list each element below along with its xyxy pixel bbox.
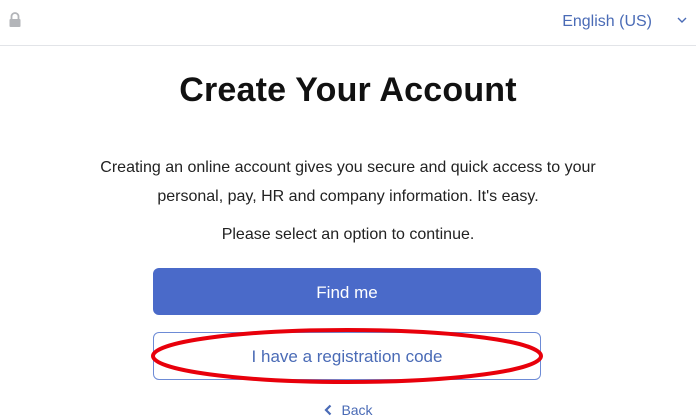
intro-text: Creating an online account gives you sec… — [40, 153, 656, 211]
chevron-left-icon — [324, 404, 332, 416]
chevron-down-icon — [677, 17, 687, 23]
top-bar: English (US) — [0, 0, 696, 46]
back-link[interactable]: Back — [0, 402, 696, 418]
language-selector[interactable]: English (US) — [562, 10, 688, 34]
select-option-prompt: Please select an option to continue. — [221, 226, 475, 243]
language-label: English (US) — [562, 13, 652, 30]
find-me-button[interactable]: Find me — [153, 268, 541, 315]
page-title: Create Your Account — [179, 71, 517, 109]
create-account-page: English (US) Create Your Account Creatin… — [0, 0, 696, 420]
back-label: Back — [341, 402, 373, 418]
intro-line-2: personal, pay, HR and company informatio… — [157, 188, 539, 205]
lock-icon — [9, 12, 21, 27]
registration-code-button[interactable]: I have a registration code — [153, 332, 541, 380]
intro-line-1: Creating an online account gives you sec… — [100, 159, 596, 176]
